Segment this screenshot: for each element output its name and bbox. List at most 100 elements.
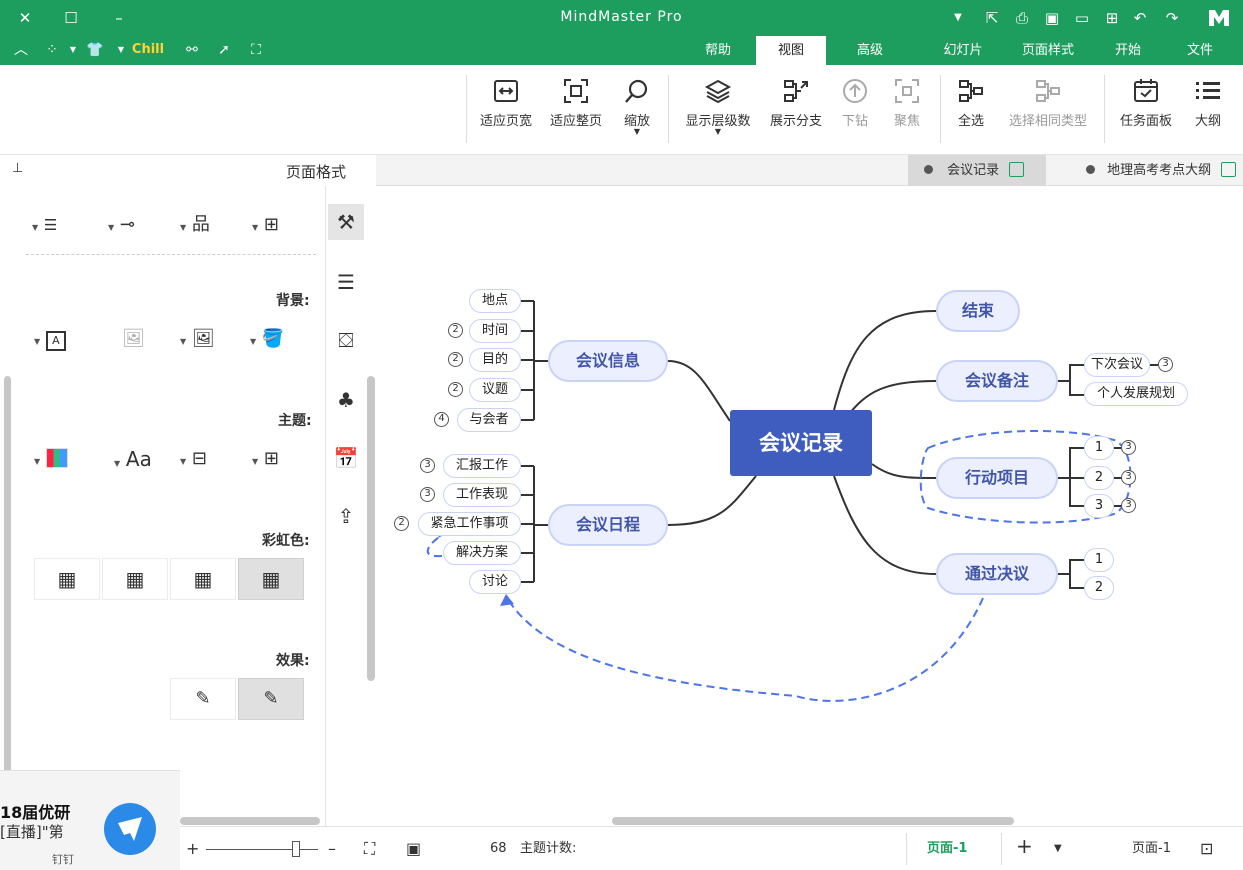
hand-drawn-effect-option[interactable]: ✎	[170, 678, 236, 720]
export-tool[interactable]: ⇪	[328, 498, 364, 534]
subtopic[interactable]: 目的	[469, 348, 521, 372]
zoom-out-icon[interactable]: –	[328, 839, 336, 859]
remove-background-button[interactable]: 🖼	[122, 326, 145, 352]
add-page-icon[interactable]: +	[1016, 836, 1033, 856]
main-topic[interactable]: 结束	[936, 290, 1020, 332]
page-format-tool[interactable]: ⚒	[328, 204, 364, 240]
fill-color-selector[interactable]: ▼ 🪣	[250, 326, 284, 352]
customize-quick-access-icon[interactable]: ▼	[946, 6, 970, 30]
count-badge[interactable]: 3	[1121, 498, 1136, 513]
count-badge[interactable]: 4	[434, 412, 449, 427]
new-file-icon[interactable]: ⊞	[1100, 6, 1124, 30]
fullscreen-icon[interactable]: ⛶	[244, 39, 268, 61]
page-tab[interactable]: 页面-1	[906, 833, 1002, 865]
zoom-slider-thumb[interactable]	[292, 841, 300, 857]
subtopic[interactable]: 2	[1084, 576, 1114, 600]
fit-width-button[interactable]: 适应页宽	[470, 73, 542, 145]
rainbow-option-2[interactable]: ▦	[170, 558, 236, 600]
insert-image-selector[interactable]: ▼ 🖼	[180, 326, 215, 352]
canvas-horizontal-scrollbar[interactable]	[376, 816, 1243, 826]
structure-selector[interactable]: ▼ 品	[180, 212, 210, 238]
pin-icon[interactable]: ⊥	[12, 161, 23, 176]
count-badge[interactable]: 3	[1121, 470, 1136, 485]
theme-name[interactable]: Chill	[130, 39, 166, 61]
tab-start[interactable]: 开始	[1100, 36, 1156, 65]
subtopic[interactable]: 地点	[469, 289, 521, 313]
doc-tab-geography[interactable]: 地理高考考点大纲	[1058, 155, 1238, 186]
subtopic[interactable]: 讨论	[469, 570, 521, 594]
count-badge[interactable]: 2	[394, 516, 409, 531]
subtopic[interactable]: 个人发展规划	[1084, 382, 1188, 406]
select-same-type-button[interactable]: 选择相同类型	[1000, 73, 1096, 145]
fit-page-icon[interactable]: ▣	[406, 839, 421, 859]
numbering-selector[interactable]: ▼ ☰	[32, 212, 57, 238]
collapse-ribbon-icon[interactable]: ︿	[8, 39, 34, 61]
main-topic[interactable]: 会议备注	[936, 360, 1058, 402]
fit-page-button[interactable]: 适应整页	[540, 73, 612, 145]
presentation-icon[interactable]: ⊡	[1200, 839, 1213, 859]
notification-popup[interactable]: 18届优研 [直播]"第 钉钉	[0, 770, 180, 870]
tab-advanced[interactable]: 高级	[842, 36, 898, 65]
subtopic[interactable]: 紧急工作事项	[418, 512, 521, 536]
count-badge[interactable]: 3	[420, 487, 435, 502]
theme-shirt-icon[interactable]: 👕	[84, 39, 106, 61]
panel-horizontal-scrollbar[interactable]	[180, 816, 320, 826]
open-folder-icon[interactable]: ▭	[1070, 6, 1094, 30]
background-image-selector[interactable]: ▼ A	[34, 326, 66, 352]
main-topic[interactable]: 会议信息	[548, 340, 668, 382]
close-icon[interactable]: ✕	[12, 6, 38, 30]
subtopic[interactable]: 1	[1084, 548, 1114, 572]
fit-screen-icon[interactable]: ⛶	[364, 839, 375, 859]
subtopic[interactable]: 汇报工作	[443, 454, 521, 478]
normal-effect-option[interactable]: ✎	[238, 678, 304, 720]
subtopic[interactable]: 时间	[469, 319, 521, 343]
count-badge[interactable]: 2	[448, 352, 463, 367]
clipart-tool[interactable]: ⛋	[328, 322, 364, 358]
rainbow-option-1[interactable]: ▦	[238, 558, 304, 600]
show-branch-button[interactable]: 展示分支	[758, 73, 834, 145]
main-topic[interactable]: 通过决议	[936, 553, 1058, 595]
outline-button[interactable]: 大纲	[1174, 73, 1242, 145]
subtopic[interactable]: 与会者	[457, 408, 521, 432]
count-badge[interactable]: 3	[1158, 357, 1173, 372]
outline-tool[interactable]: ☰	[328, 264, 364, 300]
subtopic[interactable]: 议题	[469, 378, 521, 402]
chevron-down-icon[interactable]: ▼	[602, 127, 672, 136]
rainbow-theme-selector[interactable]: ▼	[34, 446, 68, 472]
select-all-button[interactable]: 全选	[938, 73, 1004, 145]
save-icon[interactable]: ▣	[1040, 6, 1064, 30]
minimize-icon[interactable]: –	[106, 6, 132, 30]
count-badge[interactable]: 2	[448, 382, 463, 397]
subtopic[interactable]: 2	[1084, 466, 1114, 490]
main-topic[interactable]: 会议日程	[548, 504, 668, 546]
theme-dropdown-icon[interactable]: ▼	[116, 39, 126, 61]
count-badge[interactable]: 2	[448, 323, 463, 338]
subtopic[interactable]: 解决方案	[443, 541, 521, 565]
undo-icon[interactable]: ↶	[1128, 6, 1152, 30]
apps-dropdown-icon[interactable]: ▼	[66, 39, 80, 61]
theme-font-selector[interactable]: ▼ Aa	[114, 446, 152, 472]
mindmap-canvas[interactable]: 会议记录 会议信息 会议日程 结束 会议备注 行动项目 通过决议 地点 时间 2…	[376, 186, 1243, 826]
task-panel-button[interactable]: 任务面板	[1110, 73, 1182, 145]
theme-layout-selector[interactable]: ▼ ⊞	[252, 446, 279, 472]
print-icon[interactable]: ⎙	[1010, 6, 1034, 30]
rainbow-option-3[interactable]: ▦	[102, 558, 168, 600]
rainbow-option-4[interactable]: ▦	[34, 558, 100, 600]
tab-slides[interactable]: 幻灯片	[930, 36, 996, 65]
zoom-in-icon[interactable]: +	[186, 839, 199, 859]
subtopic[interactable]: 下次会议	[1084, 353, 1150, 377]
maximize-icon[interactable]: ☐	[58, 6, 84, 30]
zoom-button[interactable]: 缩放 ▼	[602, 73, 672, 145]
tab-page-style[interactable]: 页面样式	[1010, 36, 1086, 65]
export-icon[interactable]: ⇱	[980, 6, 1004, 30]
count-badge[interactable]: 3	[1121, 440, 1136, 455]
subtopic[interactable]: 1	[1084, 436, 1114, 460]
page-list-dropdown-icon[interactable]: ▼	[1054, 839, 1062, 859]
task-tool[interactable]: 📅	[328, 440, 364, 476]
connector-style-selector[interactable]: ▼ ⊸	[108, 212, 135, 238]
share-icon[interactable]: ⚯	[180, 39, 204, 61]
show-levels-button[interactable]: 显示层级数 ▼	[676, 73, 760, 145]
theme-tool[interactable]: ♣	[328, 382, 364, 418]
main-topic[interactable]: 行动项目	[936, 457, 1058, 499]
theme-style-selector[interactable]: ▼ ⊟	[180, 446, 207, 472]
